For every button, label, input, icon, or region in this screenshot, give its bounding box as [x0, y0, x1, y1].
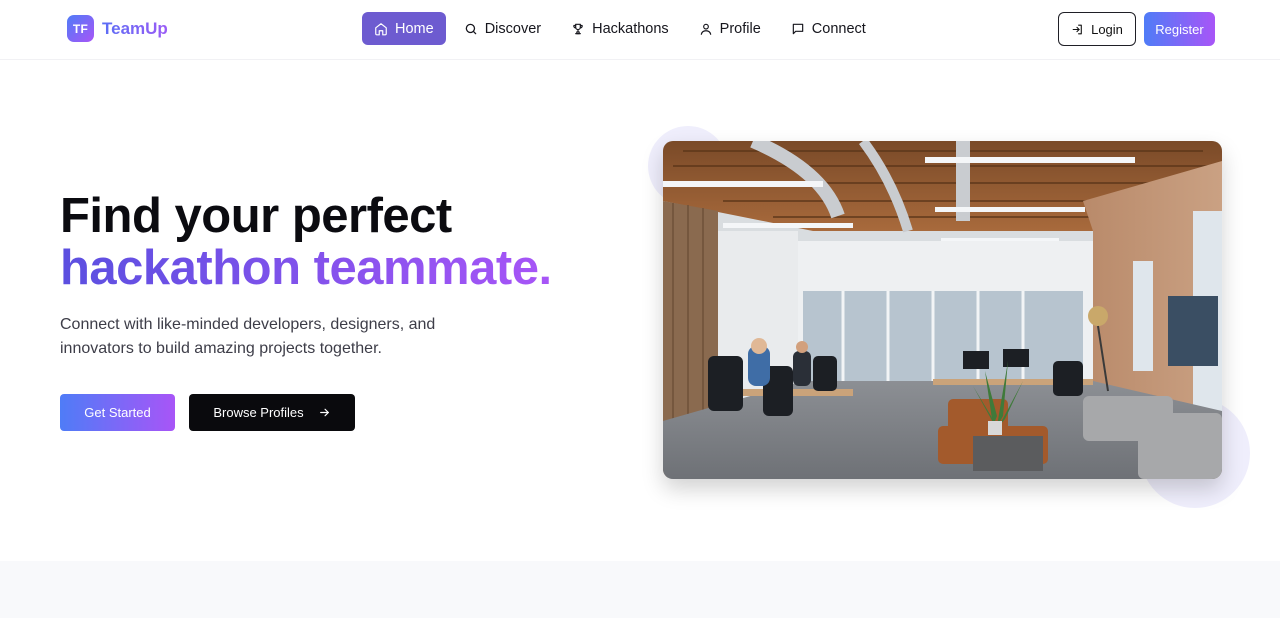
hero-subtitle: Connect with like-minded developers, des… [60, 316, 436, 357]
nav-item-hackathons[interactable]: Hackathons [559, 12, 681, 45]
login-label: Login [1091, 21, 1123, 37]
brand-logo[interactable]: TF TeamUp [67, 15, 168, 42]
nav-item-discover[interactable]: Discover [452, 12, 553, 45]
hero-actions: Get Started Browse Profiles [60, 394, 355, 431]
search-icon [465, 23, 476, 34]
hero-office-image [663, 141, 1222, 479]
nav-item-profile[interactable]: Profile [687, 12, 773, 45]
hero-title-line2: hackathon teammate. [60, 241, 552, 295]
logo-mark: TF [67, 15, 94, 42]
register-button[interactable]: Register [1144, 12, 1215, 46]
auth-actions: Login Register [1058, 12, 1215, 46]
hero-title-line1: Find your perfect [60, 189, 452, 243]
browse-profiles-button[interactable]: Browse Profiles [189, 394, 355, 431]
brand-name: TeamUp [102, 18, 168, 38]
nav-item-home[interactable]: Home [362, 12, 446, 45]
nav-item-label: Hackathons [592, 20, 669, 37]
next-section-band [0, 561, 1280, 618]
trophy-icon [573, 23, 583, 34]
nav-item-label: Profile [719, 20, 761, 37]
nav-item-label: Discover [484, 20, 542, 37]
home-icon [375, 22, 387, 35]
top-navigation-bar: TF TeamUp Home Discover Hackathons Profi… [0, 0, 1280, 60]
nav-item-label: Home [395, 20, 434, 37]
login-button[interactable]: Login [1058, 12, 1136, 46]
browse-profiles-label: Browse Profiles [213, 405, 304, 420]
hero-title: Find your perfect hackathon teammate. [60, 190, 552, 294]
nav-item-connect[interactable]: Connect [779, 12, 878, 45]
main-nav: Home Discover Hackathons Profile Connect [362, 12, 878, 45]
nav-item-label: Connect [811, 20, 866, 37]
user-icon [700, 23, 711, 35]
arrow-right-icon [319, 408, 329, 417]
chat-icon [792, 23, 804, 34]
login-icon [1072, 24, 1082, 34]
get-started-button[interactable]: Get Started [60, 394, 175, 431]
office-photo-illustration [663, 141, 1222, 479]
